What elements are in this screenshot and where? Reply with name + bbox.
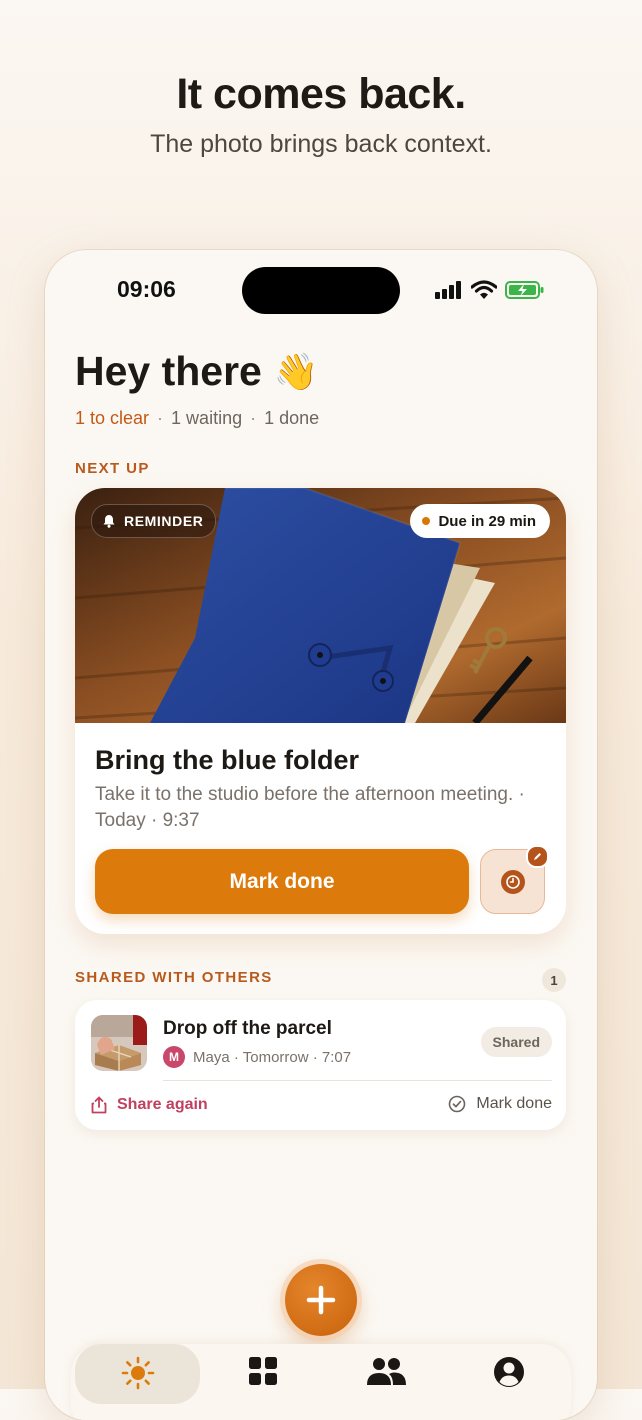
- summary-line: 1 to clear · 1 waiting · 1 done: [75, 408, 319, 429]
- shared-item-card[interactable]: Drop off the parcel M Maya · Tomorrow · …: [75, 1000, 566, 1130]
- profile-icon: [493, 1357, 524, 1387]
- reminder-description: Take it to the studio before the afterno…: [95, 784, 525, 831]
- shared-item-meta-text: Maya · Tomorrow · 7:07: [193, 1048, 352, 1066]
- battery-charging-icon: [505, 281, 544, 299]
- headline: It comes back.: [176, 70, 466, 118]
- tab-today[interactable]: [75, 1344, 200, 1404]
- waving-hand-icon: 👋: [273, 350, 319, 392]
- reminder-chip-label: REMINDER: [124, 513, 204, 529]
- greeting: Hey there 👋: [75, 348, 319, 395]
- status-icons: [435, 278, 545, 302]
- greeting-text: Hey there: [75, 348, 262, 394]
- due-chip: Due in 29 min: [410, 504, 550, 538]
- next-up-label: NEXT UP: [75, 460, 150, 477]
- parcel-thumbnail: [91, 1015, 147, 1071]
- shared-section-label: SHARED WITH OTHERS: [75, 969, 273, 986]
- share-icon: [91, 1096, 107, 1114]
- mark-done-button[interactable]: Mark done: [95, 849, 469, 914]
- tab-collections[interactable]: [200, 1344, 325, 1404]
- due-label: Due in 29 min: [438, 512, 536, 530]
- bell-icon: [103, 515, 115, 528]
- check-circle-icon: [449, 1095, 466, 1113]
- people-icon: [366, 1358, 406, 1385]
- reminder-title: Bring the blue folder: [95, 745, 360, 775]
- shared-mark-done-button[interactable]: Mark done: [448, 1095, 552, 1113]
- reminder-chip: REMINDER: [91, 504, 217, 538]
- shared-mark-done-label: Mark done: [476, 1095, 552, 1112]
- grid-icon: [248, 1357, 277, 1385]
- done-count[interactable]: 1 done: [264, 408, 319, 429]
- to-clear-count[interactable]: 1 to clear: [75, 408, 149, 429]
- divider: [163, 1080, 552, 1081]
- wifi-icon: [471, 280, 497, 299]
- due-dot: [422, 517, 431, 525]
- next-up-card[interactable]: REMINDER Due in 29 min Bring the blue fo…: [75, 488, 566, 934]
- shared-count-badge: 1: [542, 968, 566, 992]
- snooze-button[interactable]: [480, 845, 549, 914]
- edit-pencil-icon: [526, 845, 549, 868]
- status-time: 09:06: [117, 276, 176, 302]
- share-again-button[interactable]: Share again: [91, 1096, 208, 1114]
- shared-status-badge: Shared: [480, 1027, 552, 1057]
- tab-bar: [71, 1344, 571, 1420]
- subhead: The photo brings back context.: [150, 130, 492, 158]
- phone-screen: 09:06 Hey there 👋 1 to clear · 1 waiting…: [45, 250, 597, 1420]
- waiting-count[interactable]: 1 waiting: [171, 408, 242, 429]
- plus-icon: [306, 1285, 336, 1315]
- separator: ·: [250, 408, 257, 428]
- avatar: M: [163, 1046, 185, 1068]
- share-again-label: Share again: [117, 1096, 208, 1113]
- clock-icon: [500, 869, 525, 894]
- tab-profile[interactable]: [446, 1344, 571, 1404]
- separator: ·: [157, 408, 164, 428]
- sun-icon: [121, 1356, 154, 1390]
- tab-people[interactable]: [323, 1344, 448, 1404]
- dynamic-island: [242, 267, 400, 314]
- add-reminder-button[interactable]: [285, 1264, 357, 1336]
- cellular-signal-icon: [435, 281, 461, 299]
- shared-item-meta: M Maya · Tomorrow · 7:07: [163, 1046, 351, 1068]
- shared-item-title: Drop off the parcel: [163, 1018, 332, 1039]
